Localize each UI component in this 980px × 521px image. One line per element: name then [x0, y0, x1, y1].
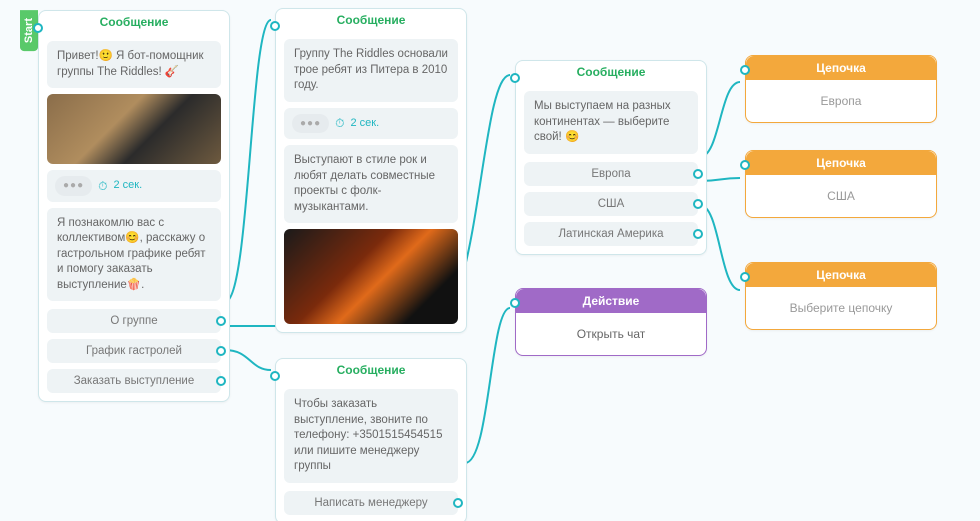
node-header: Сообщение — [516, 61, 706, 85]
image-block — [284, 229, 458, 324]
option-europe[interactable]: Европа — [524, 162, 698, 186]
output-port[interactable] — [216, 346, 226, 356]
node-header: Цепочка — [746, 151, 936, 175]
action-body: Открыть чат — [516, 313, 706, 355]
option-label: Написать менеджеру — [314, 497, 427, 509]
option-label: О группе — [110, 315, 157, 327]
option-usa[interactable]: США — [524, 192, 698, 216]
option-write-manager[interactable]: Написать менеджеру — [284, 491, 458, 515]
input-port[interactable] — [740, 65, 750, 75]
text-block: Группу The Riddles основали трое ребят и… — [284, 39, 458, 102]
node-header: Цепочка — [746, 263, 936, 287]
delay-label: 2 сек. — [114, 178, 143, 193]
delay-label: 2 сек. — [351, 116, 380, 131]
delay-block: ●●● ⏱ 2 сек. — [47, 170, 221, 202]
message-node-4[interactable]: Сообщение Чтобы заказать выступление, зв… — [275, 358, 467, 521]
option-book[interactable]: Заказать выступление — [47, 369, 221, 393]
option-label: США — [598, 198, 625, 210]
chain-node-select[interactable]: Цепочка Выберите цепочку — [745, 262, 937, 330]
clock-icon: ⏱ — [98, 178, 107, 194]
input-port[interactable] — [740, 272, 750, 282]
typing-dots-icon: ●●● — [55, 176, 92, 196]
text-block: Выступают в стиле рок и любят делать сов… — [284, 145, 458, 223]
node-header: Сообщение — [276, 359, 466, 383]
option-label: График гастролей — [86, 345, 182, 357]
message-node-1[interactable]: Сообщение Привет!🙂 Я бот-помощник группы… — [38, 10, 230, 402]
input-port[interactable] — [740, 160, 750, 170]
node-header: Цепочка — [746, 56, 936, 80]
chain-node-usa[interactable]: Цепочка США — [745, 150, 937, 218]
output-port[interactable] — [216, 376, 226, 386]
output-port[interactable] — [453, 498, 463, 508]
node-header: Действие — [516, 289, 706, 313]
chain-node-europe[interactable]: Цепочка Европа — [745, 55, 937, 123]
node-header: Сообщение — [276, 9, 466, 33]
text-block: Я познакомлю вас с коллективом😊, расскаж… — [47, 208, 221, 302]
message-node-2[interactable]: Сообщение Группу The Riddles основали тр… — [275, 8, 467, 333]
option-label: Заказать выступление — [74, 375, 195, 387]
option-label: Европа — [591, 168, 630, 180]
output-port[interactable] — [693, 199, 703, 209]
input-port[interactable] — [33, 23, 43, 33]
typing-dots-icon: ●●● — [292, 114, 329, 134]
chain-body: США — [746, 175, 936, 217]
text-block: Мы выступаем на разных континентах — выб… — [524, 91, 698, 154]
node-header: Сообщение — [39, 11, 229, 35]
clock-icon: ⏱ — [335, 115, 344, 131]
image-block — [47, 94, 221, 164]
delay-block: ●●● ⏱ 2 сек. — [284, 108, 458, 140]
input-port[interactable] — [270, 21, 280, 31]
output-port[interactable] — [693, 229, 703, 239]
output-port[interactable] — [693, 169, 703, 179]
chain-body: Выберите цепочку — [746, 287, 936, 329]
chain-body: Европа — [746, 80, 936, 122]
action-node[interactable]: Действие Открыть чат — [515, 288, 707, 356]
input-port[interactable] — [510, 73, 520, 83]
option-latam[interactable]: Латинская Америка — [524, 222, 698, 246]
option-label: Латинская Америка — [558, 228, 663, 240]
output-port[interactable] — [216, 316, 226, 326]
text-block: Привет!🙂 Я бот-помощник группы The Riddl… — [47, 41, 221, 88]
flow-canvas[interactable]: Start Сообщение Привет!🙂 Я бот-помощник … — [0, 0, 980, 521]
option-schedule[interactable]: График гастролей — [47, 339, 221, 363]
text-block: Чтобы заказать выступление, звоните по т… — [284, 389, 458, 483]
input-port[interactable] — [270, 371, 280, 381]
input-port[interactable] — [510, 298, 520, 308]
option-about[interactable]: О группе — [47, 309, 221, 333]
message-node-3[interactable]: Сообщение Мы выступаем на разных контине… — [515, 60, 707, 255]
